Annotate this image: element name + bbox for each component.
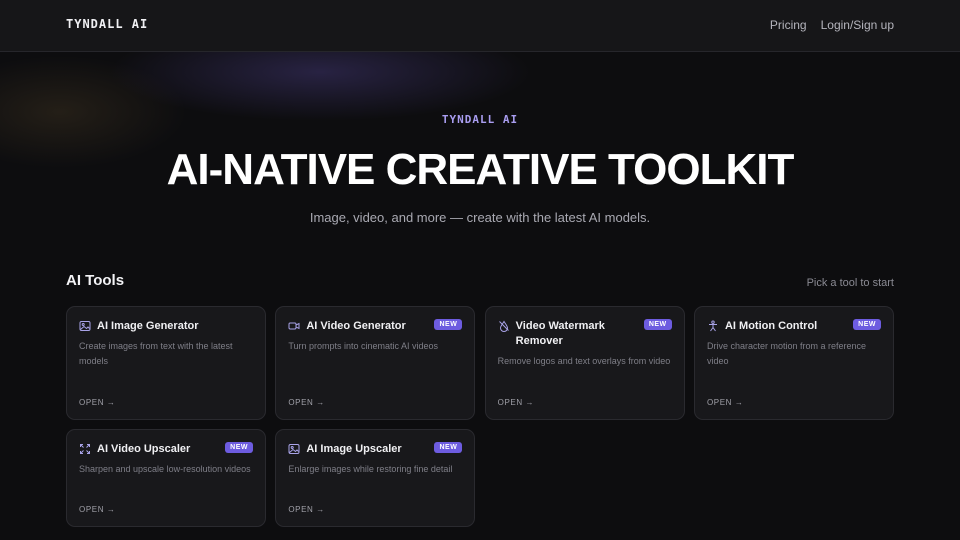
card-title: Video Watermark Remover xyxy=(515,320,605,347)
card-title: AI Motion Control xyxy=(724,320,818,332)
new-badge: NEW xyxy=(434,442,463,453)
nav-login-link[interactable]: Login/Sign up xyxy=(821,18,894,32)
card-description: Sharpen and upscale low-resolution video… xyxy=(79,464,251,474)
card-description: Remove logos and text overlays from vide… xyxy=(497,356,671,366)
tools-grid: AI Image Generator Create images from te… xyxy=(66,306,894,527)
new-badge: NEW xyxy=(434,319,463,330)
tool-card-video-generator[interactable]: AI Video Generator NEW Turn prompts into… xyxy=(275,306,476,420)
card-description: Create images from text with the latest … xyxy=(79,341,233,366)
tool-card-image-generator[interactable]: AI Image Generator Create images from te… xyxy=(66,306,266,420)
person-icon xyxy=(707,320,719,332)
nav-links: Pricing Login/Sign up xyxy=(770,18,894,32)
card-description: Turn prompts into cinematic AI videos xyxy=(288,341,439,351)
card-title: AI Video Upscaler xyxy=(97,443,191,455)
open-link[interactable]: OPEN → xyxy=(79,398,116,407)
image-icon xyxy=(288,443,300,455)
droplet-icon xyxy=(498,320,510,332)
tool-card-image-upscaler[interactable]: AI Image Upscaler NEW Enlarge images whi… xyxy=(275,429,476,527)
hero-eyebrow: TYNDALL AI xyxy=(441,113,519,126)
open-link[interactable]: OPEN → xyxy=(79,505,116,514)
card-description: Enlarge images while restoring fine deta… xyxy=(288,464,453,474)
hero-title: AI-NATIVE CREATIVE TOOLKIT xyxy=(166,145,795,194)
open-link[interactable]: OPEN → xyxy=(288,505,325,514)
new-badge: NEW xyxy=(225,442,253,453)
new-badge: NEW xyxy=(643,319,672,330)
hero-subtitle: Image, video, and more — create with the… xyxy=(309,210,651,225)
tool-card-video-upscaler[interactable]: AI Video Upscaler NEW Sharpen and upscal… xyxy=(66,429,266,527)
card-title: AI Video Generator xyxy=(306,320,406,332)
open-link[interactable]: OPEN → xyxy=(288,398,325,407)
card-header: AI Image Generator xyxy=(79,319,253,334)
top-nav-bar: TYNDALL AI Pricing Login/Sign up xyxy=(0,0,960,52)
logo[interactable]: TYNDALL AI xyxy=(66,17,148,31)
image-icon xyxy=(79,320,91,332)
tool-card-watermark-remover[interactable]: Video Watermark Remover NEW Remove logos… xyxy=(484,306,685,420)
nav-pricing-link[interactable]: Pricing xyxy=(770,18,807,32)
new-badge: NEW xyxy=(853,319,881,330)
section-hint: Pick a tool to start xyxy=(806,277,894,289)
open-link[interactable]: OPEN → xyxy=(707,398,744,407)
open-link[interactable]: OPEN → xyxy=(498,398,535,407)
card-description: Drive character motion from a reference … xyxy=(706,341,867,366)
video-camera-icon xyxy=(288,320,300,332)
card-title: AI Image Generator xyxy=(97,320,199,332)
expand-icon xyxy=(79,443,91,455)
tool-card-motion-control[interactable]: AI Motion Control NEW Drive character mo… xyxy=(693,306,894,420)
section-title: AI Tools xyxy=(66,272,125,289)
card-title: AI Image Upscaler xyxy=(306,443,402,455)
